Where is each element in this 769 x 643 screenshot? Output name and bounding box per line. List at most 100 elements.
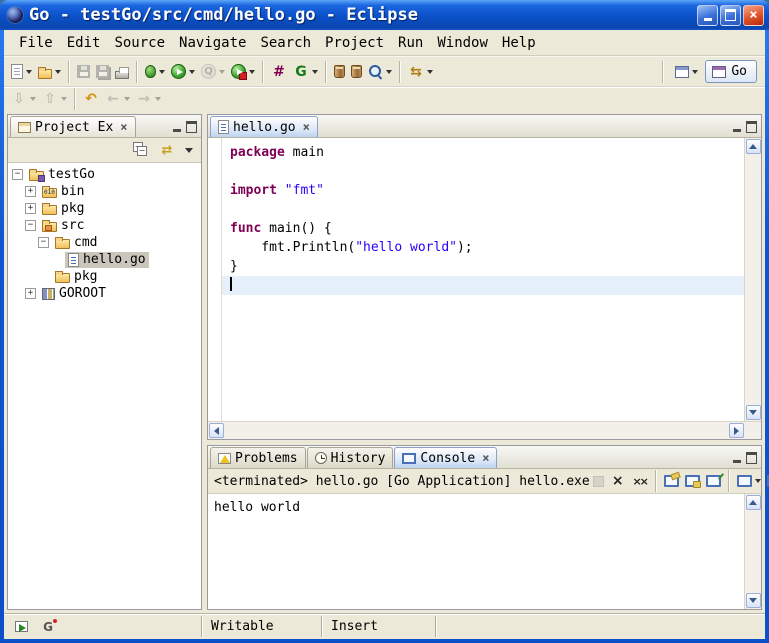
go-build-button[interactable]: # bbox=[268, 60, 290, 84]
tree-expander-minus[interactable]: − bbox=[38, 237, 49, 248]
maximize-button[interactable] bbox=[720, 5, 741, 26]
tab-console[interactable]: Console× bbox=[394, 447, 497, 468]
menu-file[interactable]: File bbox=[12, 32, 60, 54]
code-line[interactable]: fmt.Println("hello world"); bbox=[222, 238, 744, 257]
tree-item-pkg[interactable]: pkg bbox=[8, 268, 201, 285]
tree-item-testgo[interactable]: −testGo bbox=[8, 166, 201, 183]
new-folder-button[interactable] bbox=[35, 60, 64, 84]
editor-vertical-scrollbar[interactable] bbox=[744, 138, 761, 421]
tab-problems[interactable]: Problems bbox=[210, 447, 306, 468]
scroll-up-button[interactable] bbox=[746, 495, 761, 510]
search-button[interactable] bbox=[365, 60, 395, 84]
menu-help[interactable]: Help bbox=[495, 32, 543, 54]
titlebar[interactable]: Go - testGo/src/cmd/hello.go - Eclipse × bbox=[0, 0, 769, 30]
tree-item-content[interactable]: src bbox=[39, 218, 87, 234]
maximize-view-button[interactable] bbox=[744, 120, 759, 134]
remove-all-launches-button[interactable]: ×× bbox=[629, 469, 651, 493]
tree-expander-plus[interactable]: + bbox=[25, 186, 36, 197]
code-line[interactable] bbox=[222, 162, 744, 181]
code-line[interactable]: func main() { bbox=[222, 219, 744, 238]
main-toolbar: Q#G⇆ Go bbox=[4, 56, 765, 86]
code-line[interactable] bbox=[222, 276, 744, 295]
close-tab-icon[interactable]: × bbox=[303, 120, 310, 134]
new-wizard-button[interactable] bbox=[8, 60, 35, 84]
menu-navigate[interactable]: Navigate bbox=[172, 32, 253, 54]
tab-history[interactable]: History bbox=[307, 447, 394, 468]
display-console-button[interactable] bbox=[734, 469, 764, 493]
open-console-button[interactable] bbox=[764, 469, 769, 493]
scroll-up-button[interactable] bbox=[746, 139, 761, 154]
code-line[interactable] bbox=[222, 200, 744, 219]
tree-item-goroot[interactable]: +GOROOT bbox=[8, 285, 201, 302]
tree-item-content[interactable]: pkg bbox=[39, 201, 87, 217]
link-with-editor-button[interactable]: ⇄ bbox=[156, 138, 178, 162]
tree-item-content[interactable]: pkg bbox=[52, 269, 100, 285]
tree-expander-minus[interactable]: − bbox=[25, 220, 36, 231]
code-line[interactable]: import "fmt" bbox=[222, 181, 744, 200]
menu-edit[interactable]: Edit bbox=[60, 32, 108, 54]
collapse-all-button[interactable] bbox=[130, 138, 152, 162]
menu-source[interactable]: Source bbox=[107, 32, 172, 54]
last-edit-location-button[interactable]: ↶ bbox=[80, 87, 102, 111]
scroll-down-button[interactable] bbox=[746, 593, 761, 608]
clear-console-button[interactable] bbox=[661, 469, 682, 493]
pin-console-button[interactable] bbox=[703, 469, 724, 493]
menu-project[interactable]: Project bbox=[318, 32, 391, 54]
scroll-down-button[interactable] bbox=[746, 405, 761, 420]
minimize-view-button[interactable] bbox=[729, 120, 744, 134]
tree-item-hello-go[interactable]: hello.go bbox=[8, 251, 201, 268]
menu-window[interactable]: Window bbox=[430, 32, 495, 54]
close-tab-icon[interactable]: × bbox=[482, 451, 489, 465]
code-editor[interactable]: package main import "fmt" func main() { fm… bbox=[222, 138, 744, 421]
scroll-left-button[interactable] bbox=[209, 423, 224, 438]
tab-project-explorer[interactable]: Project Ex × bbox=[10, 116, 136, 137]
tree-item-bin[interactable]: +bin bbox=[8, 183, 201, 200]
fast-view-button[interactable] bbox=[12, 615, 31, 639]
tree-expander-plus[interactable]: + bbox=[25, 288, 36, 299]
code-line[interactable]: package main bbox=[222, 143, 744, 162]
team-sync-button[interactable]: ⇆ bbox=[405, 60, 436, 84]
project-explorer-panel: Project Ex × ⇄ −testGo+bin+pkg−src−cmdhe… bbox=[7, 114, 202, 610]
minimize-view-button[interactable] bbox=[169, 120, 184, 134]
tree-expander-plus[interactable]: + bbox=[25, 203, 36, 214]
tree-item-content[interactable]: hello.go bbox=[65, 252, 149, 268]
menu-search[interactable]: Search bbox=[253, 32, 318, 54]
editor-horizontal-scrollbar[interactable] bbox=[208, 421, 761, 439]
code-line[interactable]: } bbox=[222, 257, 744, 276]
maximize-view-button[interactable] bbox=[744, 451, 759, 465]
tree-item-pkg[interactable]: +pkg bbox=[8, 200, 201, 217]
minimize-view-button[interactable] bbox=[729, 451, 744, 465]
tree-item-src[interactable]: −src bbox=[8, 217, 201, 234]
tree-item-content[interactable]: GOROOT bbox=[39, 286, 109, 302]
scroll-right-button[interactable] bbox=[729, 423, 744, 438]
tab-hello-go[interactable]: hello.go × bbox=[210, 116, 318, 137]
tree-item-content[interactable]: testGo bbox=[26, 167, 98, 183]
menu-run[interactable]: Run bbox=[391, 32, 430, 54]
tree-item-cmd[interactable]: −cmd bbox=[8, 234, 201, 251]
minimize-button[interactable] bbox=[697, 5, 718, 26]
debug-button[interactable] bbox=[142, 60, 168, 84]
jar-export-button[interactable] bbox=[348, 60, 365, 84]
console-output[interactable]: hello world bbox=[208, 494, 744, 609]
tree-item-content[interactable]: cmd bbox=[52, 235, 100, 251]
remove-launch-button[interactable]: × bbox=[607, 469, 629, 493]
open-perspective-button[interactable] bbox=[672, 60, 701, 84]
close-button[interactable]: × bbox=[743, 5, 764, 26]
maximize-view-button[interactable] bbox=[184, 120, 199, 134]
toolbar-separator bbox=[136, 61, 138, 83]
go-tools-button[interactable]: G bbox=[290, 60, 321, 84]
console-vertical-scrollbar[interactable] bbox=[744, 494, 761, 609]
close-tab-icon[interactable]: × bbox=[120, 120, 127, 134]
project-tree[interactable]: −testGo+bin+pkg−src−cmdhello.gopkg+GOROO… bbox=[8, 163, 201, 609]
external-tools-button[interactable] bbox=[228, 60, 258, 84]
tree-expander-minus[interactable]: − bbox=[12, 169, 23, 180]
tree-label: pkg bbox=[74, 269, 97, 284]
run-button[interactable] bbox=[168, 60, 198, 84]
perspective-go-button[interactable]: Go bbox=[705, 60, 757, 83]
jar-import-button[interactable] bbox=[331, 60, 348, 84]
scroll-lock-button[interactable] bbox=[682, 469, 703, 493]
view-menu-button[interactable] bbox=[182, 138, 196, 162]
print-button[interactable] bbox=[112, 60, 132, 84]
tree-item-content[interactable]: bin bbox=[39, 184, 87, 200]
go-status-button[interactable]: G bbox=[37, 615, 59, 639]
